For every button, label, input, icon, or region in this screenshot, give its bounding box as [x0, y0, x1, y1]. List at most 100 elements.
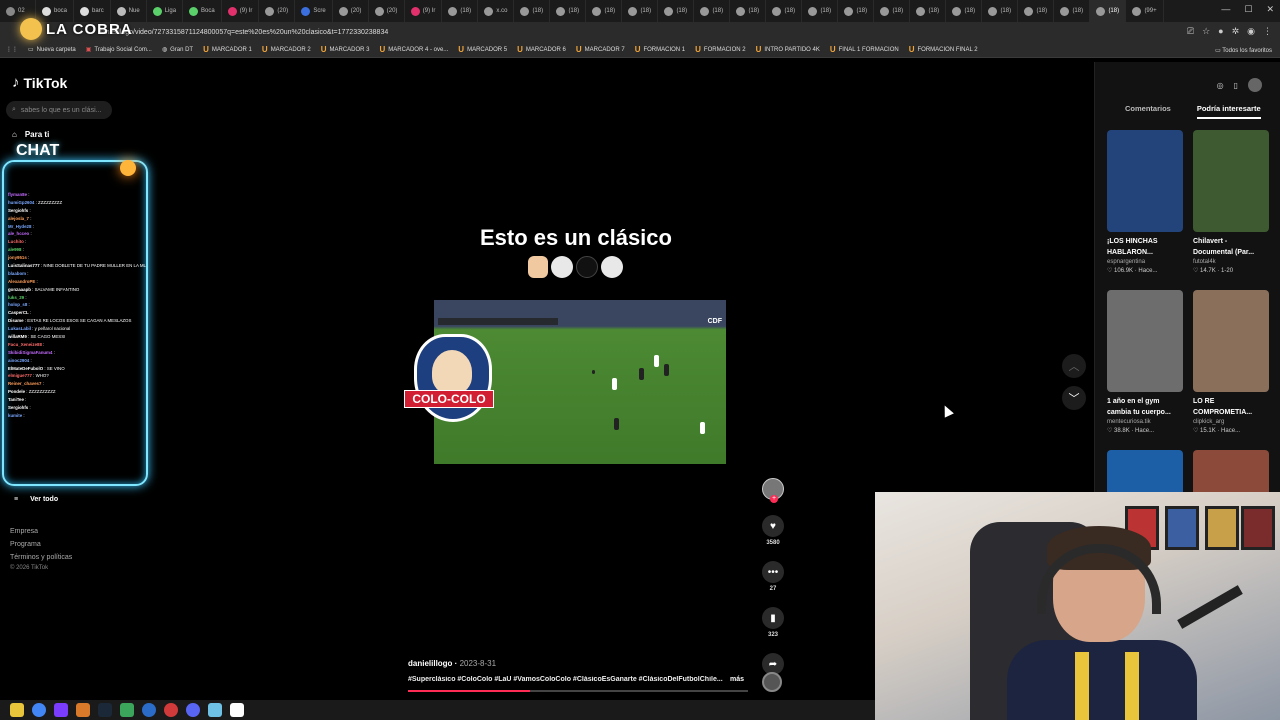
video-progress[interactable]	[408, 690, 748, 692]
browser-tab[interactable]: (20)	[333, 0, 369, 22]
browser-tab[interactable]: (18)	[838, 0, 875, 22]
browser-tab[interactable]: (18)	[1054, 0, 1091, 22]
browser-tab[interactable]: Boca	[183, 0, 222, 22]
browser-tab[interactable]: (99+	[1126, 0, 1164, 22]
cast-icon[interactable]: ⎚	[1187, 26, 1194, 37]
bookmark-item[interactable]: ▭ Nueva carpeta	[28, 46, 76, 54]
menu-icon[interactable]: ⋮	[1263, 26, 1272, 37]
app-icon[interactable]	[208, 703, 222, 717]
bookmark-item[interactable]: ▣ Trabajo Social Com...	[86, 46, 152, 54]
app-icon[interactable]	[76, 703, 90, 717]
card-author[interactable]: clipkick_arg	[1193, 419, 1269, 425]
bookmark-item[interactable]: U MARCADOR 2	[262, 45, 311, 54]
url-field[interactable]: danielillogo/video/7273315871124800057q=…	[98, 29, 388, 36]
extension-icon[interactable]: ●	[1218, 26, 1223, 37]
card-title[interactable]: 1 año en el gym cambia tu cuerpo...	[1107, 396, 1183, 418]
browser-tab[interactable]: (9) Ir	[222, 0, 260, 22]
see-all-link[interactable]: ≡ Ver todo	[14, 496, 58, 503]
video-thumbnail[interactable]	[1193, 290, 1269, 392]
video-thumbnail[interactable]	[1193, 130, 1269, 232]
minimize-icon[interactable]: —	[1221, 4, 1230, 15]
all-bookmarks[interactable]: ▭ Todos los favoritos	[1215, 47, 1272, 54]
browser-tab[interactable]: (18)	[946, 0, 983, 22]
app-icon[interactable]	[164, 703, 178, 717]
card-title[interactable]: Chilavert - Documental (Par...	[1193, 236, 1269, 258]
bookmark-item[interactable]: U MARCADOR 4 - ove...	[380, 45, 449, 54]
browser-tab[interactable]: (18)	[982, 0, 1019, 22]
browser-tab[interactable]: (18)	[874, 0, 911, 22]
creator-avatar[interactable]: +	[762, 478, 784, 503]
puzzle-icon[interactable]: ✲	[1232, 26, 1240, 37]
apps-icon[interactable]: ⋮⋮	[6, 46, 18, 53]
bookmark-item[interactable]: U MARCADOR 3	[321, 45, 370, 54]
suggested-video-card[interactable]: 1 año en el gym cambia tu cuerpo... mente…	[1107, 290, 1183, 434]
next-video-button[interactable]: ﹀	[1062, 386, 1086, 410]
music-disc-icon[interactable]	[762, 672, 782, 692]
tab-comments[interactable]: Comentarios	[1125, 104, 1171, 119]
browser-tab[interactable]: (18)	[802, 0, 839, 22]
browser-tab[interactable]: (18)	[658, 0, 695, 22]
bookmark-item[interactable]: ◍ Gran DT	[162, 46, 193, 54]
footer-link-program[interactable]: Programa	[10, 541, 72, 548]
tab-suggested[interactable]: Podría interesarte	[1196, 104, 1261, 119]
like-button[interactable]: ♥	[762, 515, 784, 537]
file-explorer-icon[interactable]	[10, 703, 24, 717]
bookmark-item[interactable]: U INTRO PARTIDO 4K	[756, 45, 820, 54]
app-icon[interactable]	[142, 703, 156, 717]
close-icon[interactable]: ✕	[1266, 4, 1274, 15]
browser-tab[interactable]: (20)	[369, 0, 405, 22]
browser-tab[interactable]: Scre	[295, 0, 333, 22]
browser-tab[interactable]: (18)	[1018, 0, 1055, 22]
chrome-icon[interactable]	[32, 703, 46, 717]
video-author[interactable]: danielillogo · 2023-8-31	[408, 659, 496, 668]
browser-tab[interactable]: (20)	[259, 0, 296, 22]
footer-link-company[interactable]: Empresa	[10, 528, 72, 535]
steam-icon[interactable]	[98, 703, 112, 717]
search-input[interactable]: ⌕ sabes lo que es un clási...	[6, 101, 112, 119]
browser-tab[interactable]: (18)	[586, 0, 623, 22]
profile-icon[interactable]: ◉	[1247, 26, 1255, 37]
compass-icon[interactable]: ◎	[1217, 81, 1224, 90]
bookmark-item[interactable]: U MARCADOR 5	[458, 45, 507, 54]
comment-button[interactable]: •••	[762, 561, 784, 583]
suggested-video-card[interactable]: Chilavert - Documental (Par... futotal4k ♡…	[1193, 130, 1269, 274]
footer-link-terms[interactable]: Términos y políticas	[10, 554, 72, 561]
nav-for-you[interactable]: ⌂ Para ti	[12, 130, 49, 139]
browser-tab[interactable]: (18)	[1090, 0, 1127, 22]
card-author[interactable]: mentecuriosa.tik	[1107, 419, 1183, 425]
browser-tab[interactable]: (18)	[766, 0, 803, 22]
star-icon[interactable]: ☆	[1202, 26, 1210, 37]
browser-tab[interactable]: (18)	[442, 0, 479, 22]
tiktok-app-icon[interactable]	[230, 703, 244, 717]
browser-tab[interactable]: (18)	[622, 0, 659, 22]
browser-tab[interactable]: (18)	[694, 0, 731, 22]
video-thumbnail[interactable]	[1107, 130, 1183, 232]
maximize-icon[interactable]: ☐	[1244, 4, 1252, 15]
browser-tab[interactable]: (18)	[910, 0, 947, 22]
bookmark-item[interactable]: U MARCADOR 1	[203, 45, 252, 54]
bookmark-item[interactable]: U MARCADOR 6	[517, 45, 566, 54]
video-thumbnail[interactable]	[1107, 290, 1183, 392]
phone-icon[interactable]: ▯	[1234, 81, 1238, 90]
card-author[interactable]: espnargentina	[1107, 259, 1183, 265]
prev-video-button[interactable]: ︿	[1062, 354, 1086, 378]
app-icon[interactable]	[54, 703, 68, 717]
tiktok-logo[interactable]: ♪ TikTok	[12, 74, 67, 91]
card-title[interactable]: LO RE COMPROMETIA...	[1193, 396, 1269, 418]
browser-tab[interactable]: (18)	[730, 0, 767, 22]
card-author[interactable]: futotal4k	[1193, 259, 1269, 265]
discord-icon[interactable]	[186, 703, 200, 717]
bookmark-item[interactable]: U MARCADOR 7	[576, 45, 625, 54]
suggested-video-card[interactable]: ¡LOS HINCHAS HABLARON... espnargentina ♡ 1…	[1107, 130, 1183, 274]
bookmark-item[interactable]: U FORMACION 1	[635, 45, 685, 54]
author-name[interactable]: danielillogo	[408, 659, 452, 668]
bookmark-item[interactable]: U FORMACION FINAL 2	[909, 45, 978, 54]
card-title[interactable]: ¡LOS HINCHAS HABLARON...	[1107, 236, 1183, 258]
bookmark-item[interactable]: U FINAL 1 FORMACION	[830, 45, 899, 54]
browser-tab[interactable]: (18)	[550, 0, 587, 22]
suggested-video-card[interactable]: LO RE COMPROMETIA... clipkick_arg ♡ 15.1K …	[1193, 290, 1269, 434]
save-button[interactable]: ▮	[762, 607, 784, 629]
browser-tab[interactable]: (18)	[514, 0, 551, 22]
browser-tab[interactable]: x.co	[478, 0, 515, 22]
app-icon[interactable]	[120, 703, 134, 717]
